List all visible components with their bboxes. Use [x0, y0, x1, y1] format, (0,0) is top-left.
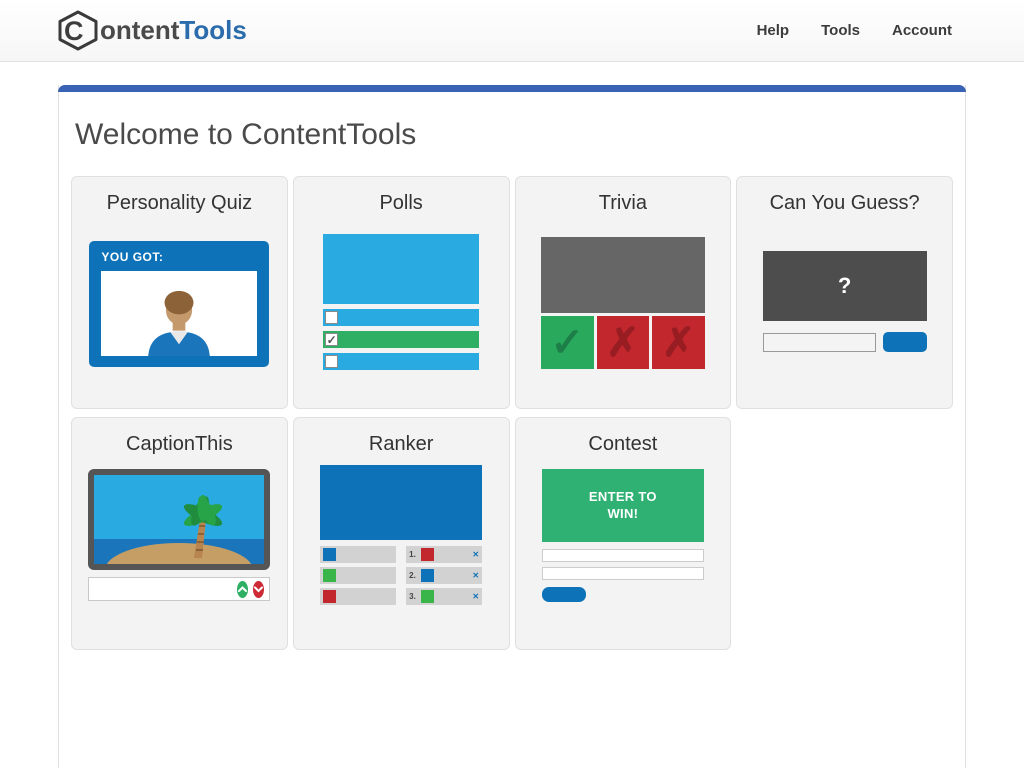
choice-row[interactable] — [320, 588, 396, 605]
guess-input[interactable] — [763, 333, 876, 352]
contest-banner-text: ENTER TO WIN! — [580, 489, 666, 522]
poll-graphic: ✓ — [323, 234, 479, 370]
result-photo-box — [101, 271, 257, 356]
nav-link-tools[interactable]: Tools — [805, 22, 876, 39]
wrong-answer-tile[interactable]: ✗ — [652, 316, 705, 369]
card-title: Ranker — [294, 433, 509, 456]
card-polls[interactable]: Polls ✓ — [293, 176, 510, 409]
poll-option-row[interactable] — [323, 353, 479, 370]
contest-banner: ENTER TO WIN! — [542, 469, 704, 542]
contest-submit-button[interactable] — [542, 587, 586, 602]
guess-controls-row — [763, 332, 927, 352]
ranker-graphic: 1. ✕ 2. ✕ 3. ✕ — [320, 465, 482, 609]
rank-number: 2. — [409, 571, 416, 580]
brand-text-suffix: Tools — [179, 15, 246, 46]
card-can-you-guess[interactable]: Can You Guess? ? — [736, 176, 953, 409]
caption-input-bar — [88, 577, 270, 601]
hexagon-logo-icon: C — [57, 10, 99, 51]
nav-link-account[interactable]: Account — [876, 22, 968, 39]
person-avatar-icon — [129, 280, 229, 356]
card-caption-this[interactable]: CaptionThis — [71, 417, 288, 650]
cross-icon: ✗ — [606, 323, 640, 363]
question-mark-icon: ? — [838, 273, 851, 299]
check-icon: ✓ — [550, 323, 584, 363]
remove-icon[interactable]: ✕ — [472, 593, 479, 601]
poll-option-row[interactable] — [323, 309, 479, 326]
ranked-row[interactable]: 1. ✕ — [406, 546, 482, 563]
card-title: Polls — [294, 192, 509, 215]
trivia-question-box — [541, 237, 705, 313]
ranker-question-box — [320, 465, 482, 540]
ranker-choices-column — [320, 546, 396, 609]
card-title: Trivia — [516, 192, 731, 215]
red-swatch-icon — [323, 590, 336, 603]
navbar: C ontentTools Help Tools Account — [0, 0, 1024, 62]
island-palm-illustration — [94, 475, 264, 564]
contest-email-input[interactable] — [542, 567, 704, 580]
main-panel: Welcome to ContentTools Personality Quiz… — [58, 85, 966, 768]
red-swatch-icon — [421, 548, 434, 561]
poll-option-row-selected[interactable]: ✓ — [323, 331, 479, 348]
tool-cards-grid: Personality Quiz YOU GOT: Polls — [59, 176, 965, 650]
page-title: Welcome to ContentTools — [75, 118, 949, 152]
trivia-graphic: ✓ ✗ ✗ — [541, 237, 705, 369]
guess-graphic: ? — [763, 251, 927, 352]
card-ranker[interactable]: Ranker 1. — [293, 417, 510, 650]
card-title: Can You Guess? — [737, 192, 952, 215]
brand-logo[interactable]: C ontentTools — [57, 10, 247, 51]
correct-answer-tile[interactable]: ✓ — [541, 316, 594, 369]
nav-link-help[interactable]: Help — [741, 22, 806, 39]
wrong-answer-tile[interactable]: ✗ — [597, 316, 650, 369]
vote-down-button[interactable] — [253, 581, 264, 598]
poll-question-box — [323, 234, 479, 304]
cross-icon: ✗ — [662, 323, 696, 363]
card-personality-quiz[interactable]: Personality Quiz YOU GOT: — [71, 176, 288, 409]
caption-graphic — [88, 469, 270, 601]
card-contest[interactable]: Contest ENTER TO WIN! — [515, 417, 732, 650]
choice-row[interactable] — [320, 567, 396, 584]
card-title: Personality Quiz — [72, 192, 287, 215]
you-got-banner: YOU GOT: — [89, 241, 269, 271]
choice-row[interactable] — [320, 546, 396, 563]
remove-icon[interactable]: ✕ — [472, 551, 479, 559]
contest-name-input[interactable] — [542, 549, 704, 562]
vote-up-button[interactable] — [237, 581, 248, 598]
brand-initial: C — [64, 16, 84, 47]
chevron-down-icon — [253, 585, 264, 593]
green-swatch-icon — [421, 590, 434, 603]
brand-text: ontent — [100, 15, 179, 46]
nav-links: Help Tools Account — [741, 22, 968, 39]
chevron-up-icon — [237, 585, 248, 593]
panel-accent-bar — [58, 85, 966, 92]
rank-number: 3. — [409, 592, 416, 601]
trivia-answers-row: ✓ ✗ ✗ — [541, 316, 705, 369]
blue-swatch-icon — [421, 569, 434, 582]
checkbox-checked-icon[interactable]: ✓ — [325, 333, 338, 346]
contest-graphic: ENTER TO WIN! — [542, 469, 704, 602]
remove-icon[interactable]: ✕ — [472, 572, 479, 580]
ranked-row[interactable]: 2. ✕ — [406, 567, 482, 584]
guess-submit-button[interactable] — [883, 332, 927, 352]
mystery-image-box: ? — [763, 251, 927, 321]
card-title: CaptionThis — [72, 433, 287, 456]
quiz-result-graphic: YOU GOT: — [89, 241, 269, 367]
card-trivia[interactable]: Trivia ✓ ✗ ✗ — [515, 176, 732, 409]
card-title: Contest — [516, 433, 731, 456]
green-swatch-icon — [323, 569, 336, 582]
blue-swatch-icon — [323, 548, 336, 561]
ranker-ranked-column: 1. ✕ 2. ✕ 3. ✕ — [406, 546, 482, 609]
caption-input[interactable] — [71, 580, 232, 598]
ranked-row[interactable]: 3. ✕ — [406, 588, 482, 605]
photo-frame — [88, 469, 270, 570]
rank-number: 1. — [409, 550, 416, 559]
checkbox-unchecked-icon[interactable] — [325, 355, 338, 368]
ranker-columns: 1. ✕ 2. ✕ 3. ✕ — [320, 546, 482, 609]
checkbox-unchecked-icon[interactable] — [325, 311, 338, 324]
